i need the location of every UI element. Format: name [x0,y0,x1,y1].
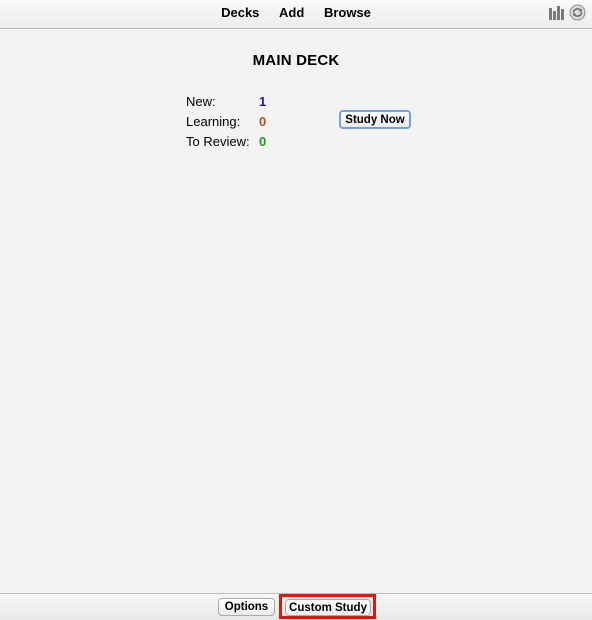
study-now-button[interactable]: Study Now [339,110,411,129]
review-label: To Review: [186,134,250,149]
top-toolbar: Decks Add Browse [0,0,592,29]
main-nav: Decks Add Browse [0,5,592,20]
toolbar-icons [548,4,586,21]
stat-row-learning: Learning: 0 [186,112,276,132]
stats-icon[interactable] [548,4,565,21]
custom-study-highlight: Custom Study [279,594,376,619]
add-link[interactable]: Add [279,5,304,20]
new-count: 1 [259,94,267,109]
deck-title: MAIN DECK [252,52,340,69]
decks-link[interactable]: Decks [221,5,259,20]
browse-link[interactable]: Browse [324,5,371,20]
stat-row-new: New: 1 [186,92,276,112]
options-button[interactable]: Options [218,598,275,616]
bottom-bar: Options Custom Study [0,593,592,620]
custom-study-button[interactable]: Custom Study [285,599,371,616]
new-label: New: [186,94,216,109]
learning-count: 0 [259,114,267,129]
deck-stats: New: 1 Learning: 0 To Review: 0 [186,92,276,152]
sync-icon[interactable] [569,4,586,21]
stat-row-review: To Review: 0 [186,132,276,152]
review-count: 0 [259,134,267,149]
learning-label: Learning: [186,114,241,129]
